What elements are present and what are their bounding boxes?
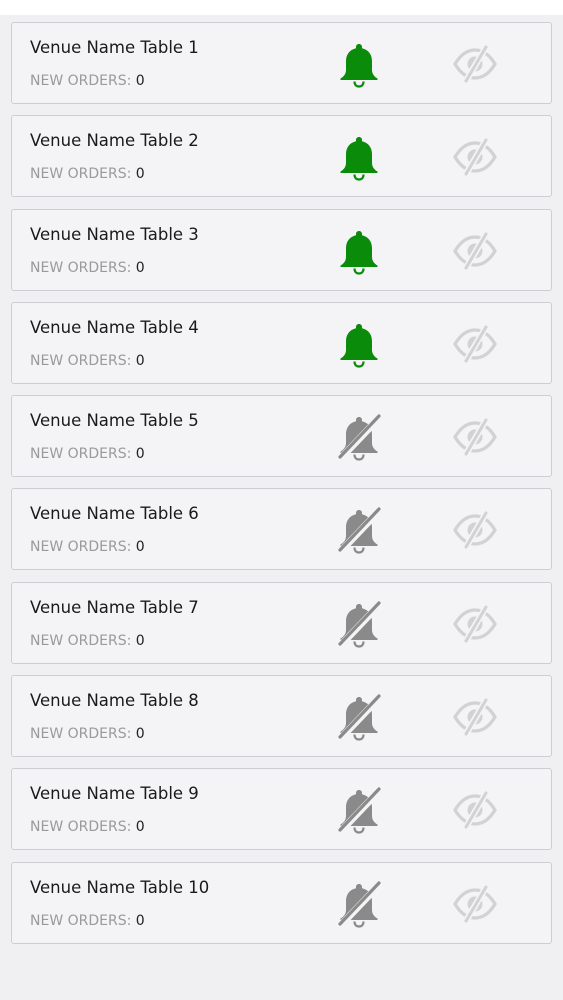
venue-card[interactable]: Venue Name Table 8 NEW ORDERS: 0 [11, 675, 552, 758]
new-orders: NEW ORDERS: 0 [30, 539, 145, 555]
new-orders: NEW ORDERS: 0 [30, 633, 145, 649]
venue-name: Venue Name Table 6 [30, 504, 199, 524]
new-orders-label: NEW ORDERS: [30, 259, 132, 276]
bell-slash-icon[interactable] [334, 506, 384, 555]
venue-name: Venue Name Table 10 [30, 877, 210, 897]
new-orders-label: NEW ORDERS: [30, 819, 132, 836]
venue-name: Venue Name Table 9 [30, 784, 199, 804]
venue-name: Venue Name Table 1 [30, 38, 199, 57]
bell-slash-icon[interactable] [334, 880, 384, 928]
new-orders-label: NEW ORDERS: [30, 912, 132, 929]
eye-slash-icon[interactable] [452, 509, 498, 551]
venue-card[interactable]: Venue Name Table 3 NEW ORDERS: 0 [11, 208, 552, 291]
new-orders-count: 0 [135, 912, 145, 929]
bell-slash-icon[interactable] [334, 600, 384, 648]
new-orders: NEW ORDERS: 0 [30, 913, 145, 929]
new-orders-label: NEW ORDERS: [30, 73, 132, 89]
new-orders-label: NEW ORDERS: [30, 632, 132, 649]
eye-slash-icon[interactable] [452, 789, 498, 831]
new-orders-count: 0 [135, 166, 145, 183]
venue-list: Venue Name Table 1 NEW ORDERS: 0 Venue N… [11, 22, 552, 955]
venue-card[interactable]: Venue Name Table 4 NEW ORDERS: 0 [11, 301, 552, 384]
eye-slash-icon[interactable] [452, 883, 498, 925]
new-orders-count: 0 [135, 632, 145, 649]
eye-slash-icon[interactable] [452, 323, 498, 365]
venue-name: Venue Name Table 5 [30, 411, 199, 431]
bell-icon[interactable] [334, 227, 384, 275]
new-orders-label: NEW ORDERS: [30, 726, 132, 743]
venue-name: Venue Name Table 4 [30, 317, 199, 337]
bell-slash-icon[interactable] [334, 786, 384, 834]
new-orders-count: 0 [135, 446, 145, 463]
new-orders-count: 0 [135, 352, 145, 369]
venue-card[interactable]: Venue Name Table 7 NEW ORDERS: 0 [11, 581, 552, 664]
new-orders: NEW ORDERS: 0 [30, 260, 145, 276]
eye-slash-icon[interactable] [452, 603, 498, 645]
new-orders: NEW ORDERS: 0 [30, 73, 145, 89]
new-orders-count: 0 [135, 259, 145, 276]
eye-slash-icon[interactable] [452, 230, 498, 272]
venue-card[interactable]: Venue Name Table 9 NEW ORDERS: 0 [11, 768, 552, 851]
new-orders: NEW ORDERS: 0 [30, 726, 145, 742]
eye-slash-icon[interactable] [452, 696, 498, 738]
venue-name: Venue Name Table 3 [30, 224, 199, 244]
bell-icon[interactable] [334, 133, 384, 181]
eye-slash-icon[interactable] [452, 416, 498, 458]
venue-name: Venue Name Table 2 [30, 131, 199, 151]
new-orders: NEW ORDERS: 0 [30, 819, 145, 835]
bell-icon[interactable] [334, 320, 384, 368]
new-orders-label: NEW ORDERS: [30, 539, 132, 556]
top-bar [0, 0, 563, 15]
venue-card[interactable]: Venue Name Table 2 NEW ORDERS: 0 [11, 115, 552, 198]
new-orders: NEW ORDERS: 0 [30, 446, 145, 462]
new-orders-count: 0 [135, 726, 145, 743]
new-orders-count: 0 [135, 819, 145, 836]
venue-card[interactable]: Venue Name Table 5 NEW ORDERS: 0 [11, 395, 552, 478]
new-orders-label: NEW ORDERS: [30, 446, 132, 463]
bell-icon[interactable] [334, 40, 384, 88]
new-orders-count: 0 [135, 539, 145, 556]
venue-card[interactable]: Venue Name Table 1 NEW ORDERS: 0 [11, 22, 552, 104]
new-orders-label: NEW ORDERS: [30, 166, 132, 183]
eye-slash-icon[interactable] [452, 43, 498, 85]
venue-card[interactable]: Venue Name Table 6 NEW ORDERS: 0 [11, 488, 552, 571]
bell-slash-icon[interactable] [334, 413, 384, 461]
new-orders-label: NEW ORDERS: [30, 352, 132, 369]
new-orders-count: 0 [135, 73, 145, 89]
venue-name: Venue Name Table 7 [30, 597, 199, 617]
venue-name: Venue Name Table 8 [30, 691, 199, 711]
bell-slash-icon[interactable] [334, 693, 384, 741]
new-orders: NEW ORDERS: 0 [30, 353, 145, 369]
venue-card[interactable]: Venue Name Table 10 NEW ORDERS: 0 [11, 861, 552, 944]
new-orders: NEW ORDERS: 0 [30, 166, 145, 182]
eye-slash-icon[interactable] [452, 136, 498, 178]
